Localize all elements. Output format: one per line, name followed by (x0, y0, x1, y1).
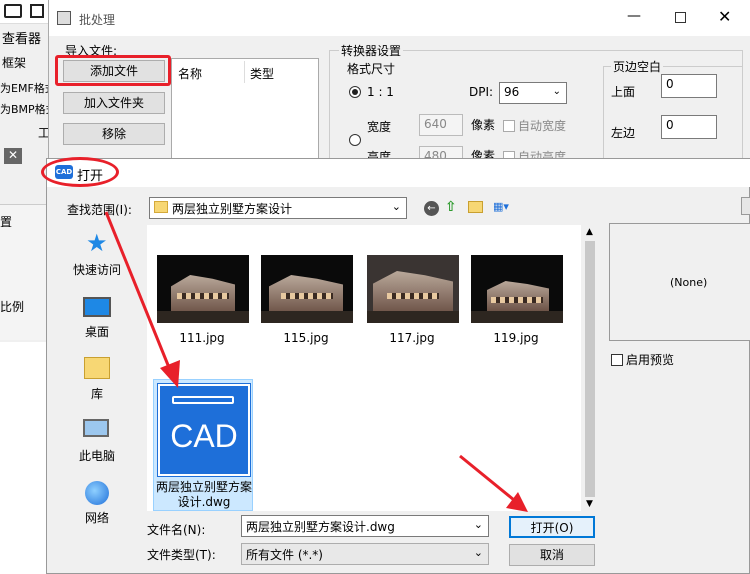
annotation-arrow-to-file (104, 211, 172, 371)
annotation-arrows (104, 211, 528, 512)
annotation-arrowhead-file (160, 360, 180, 388)
annotation-arrow-to-open (459, 454, 515, 502)
